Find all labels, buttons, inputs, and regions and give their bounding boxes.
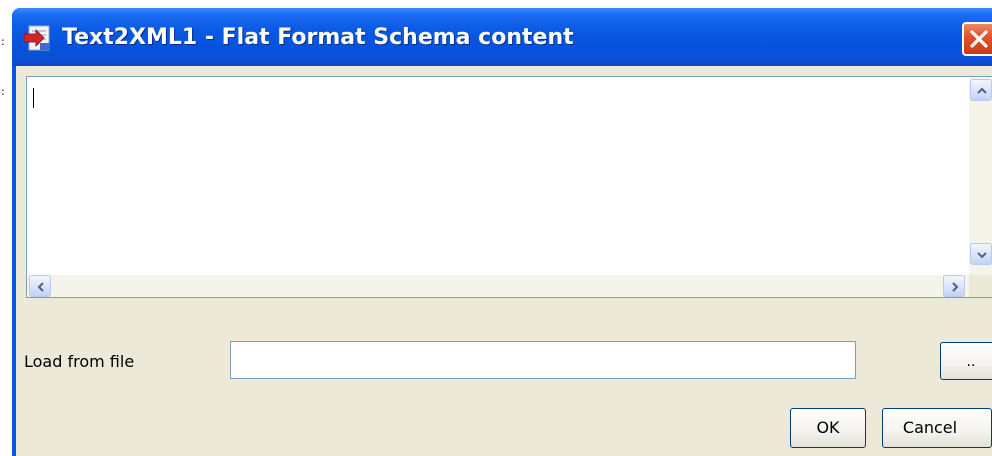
- dialog-window: Text2XML1 - Flat Format Schema content L…: [12, 8, 992, 456]
- vertical-scrollbar[interactable]: [969, 77, 992, 275]
- chevron-up-icon: [977, 87, 987, 94]
- chevron-down-icon: [977, 252, 987, 259]
- chevron-right-icon: [952, 282, 959, 292]
- text-caret: [33, 88, 34, 108]
- load-from-file-label: Load from file: [24, 352, 135, 371]
- scroll-up-button[interactable]: [970, 79, 992, 101]
- browse-button[interactable]: ..: [940, 342, 992, 380]
- horizontal-scrollbar[interactable]: [27, 275, 969, 297]
- scroll-down-button[interactable]: [970, 243, 992, 265]
- close-icon: [970, 30, 988, 48]
- background-glyph: :: [1, 35, 5, 48]
- schema-app-icon: [24, 25, 50, 51]
- window-title: Text2XML1 - Flat Format Schema content: [62, 25, 574, 50]
- dialog-body: Load from file .. OK Cancel: [16, 66, 992, 456]
- background-glyph: :: [1, 85, 5, 98]
- close-button[interactable]: [962, 22, 992, 56]
- schema-editor: [26, 76, 992, 298]
- background-window-edge: : :: [0, 0, 12, 456]
- file-path-input[interactable]: [230, 341, 856, 379]
- scroll-left-button[interactable]: [29, 275, 51, 297]
- title-bar[interactable]: Text2XML1 - Flat Format Schema content: [12, 8, 992, 66]
- schema-text-area[interactable]: [27, 77, 969, 275]
- scroll-right-button[interactable]: [943, 275, 965, 297]
- scrollbar-corner: [969, 275, 992, 297]
- ok-button[interactable]: OK: [790, 408, 866, 448]
- chevron-left-icon: [37, 282, 44, 292]
- cancel-button[interactable]: Cancel: [882, 408, 992, 448]
